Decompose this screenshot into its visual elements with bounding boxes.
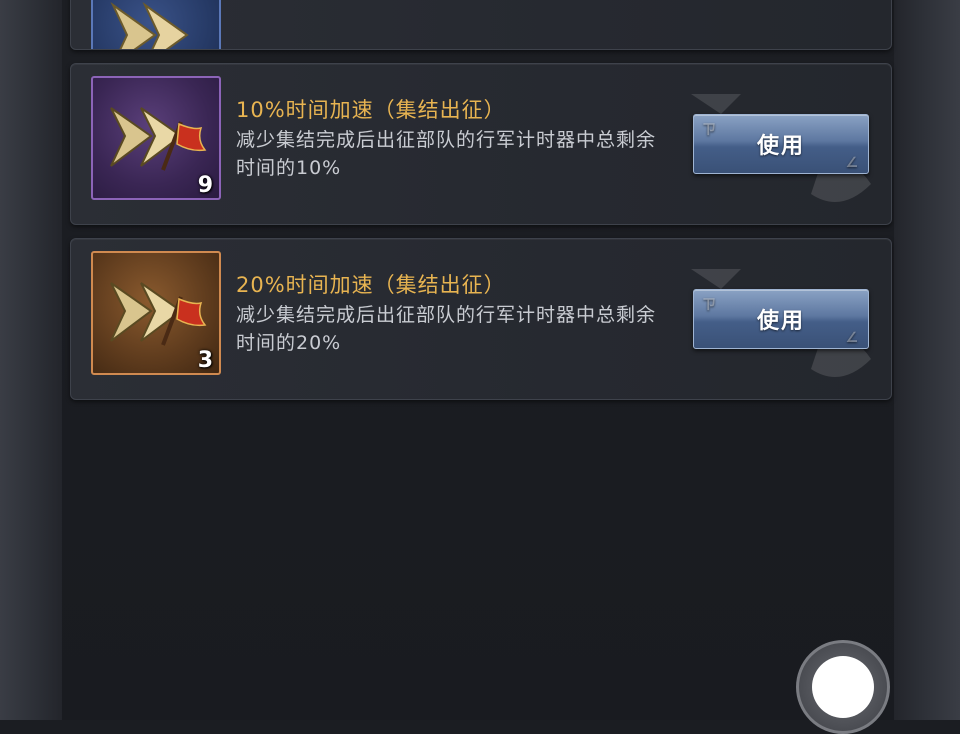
item-card-1: 9 10%时间加速（集结出征） 减少集结完成后出征部队的行军计时器中总剩余时间的… [70, 63, 892, 225]
item-count: 9 [197, 173, 213, 198]
right-border [894, 0, 960, 720]
item-card-0: 27 [70, 0, 892, 50]
game-screen: 27 9 10%时间加速（集结出征） 减少集结完成后出征部队的行军计时器中总剩余… [0, 0, 960, 734]
corner-ornament-icon: ㄗ [702, 122, 718, 138]
left-border [0, 0, 62, 720]
corner-ornament-icon: ㄗ [702, 297, 718, 313]
use-button[interactable]: ㄗ 使用 ∠ [693, 114, 869, 174]
item-title: 20%时间加速（集结出征） [236, 273, 506, 297]
use-button-label: 使用 [756, 309, 805, 334]
corner-ornament-icon: ∠ [845, 330, 860, 346]
item-icon-box[interactable]: 9 [91, 76, 221, 200]
item-icon-box[interactable]: 27 [91, 0, 221, 49]
speedup-arrows-flag-icon [110, 1, 189, 49]
corner-ornament-icon: ∠ [845, 155, 860, 171]
item-count: 3 [197, 348, 213, 373]
item-description: 减少集结完成后出征部队的行军计时器中总剩余时间的20% [236, 304, 657, 354]
home-button-inner [812, 656, 874, 718]
use-button[interactable]: ㄗ 使用 ∠ [693, 289, 869, 349]
item-card-2: 3 20%时间加速（集结出征） 减少集结完成后出征部队的行军计时器中总剩余时间的… [70, 238, 892, 400]
use-button-label: 使用 [756, 134, 805, 159]
item-icon-box[interactable]: 3 [91, 251, 221, 375]
item-description: 减少集结完成后出征部队的行军计时器中总剩余时间的10% [236, 129, 657, 179]
item-title: 10%时间加速（集结出征） [236, 98, 506, 122]
